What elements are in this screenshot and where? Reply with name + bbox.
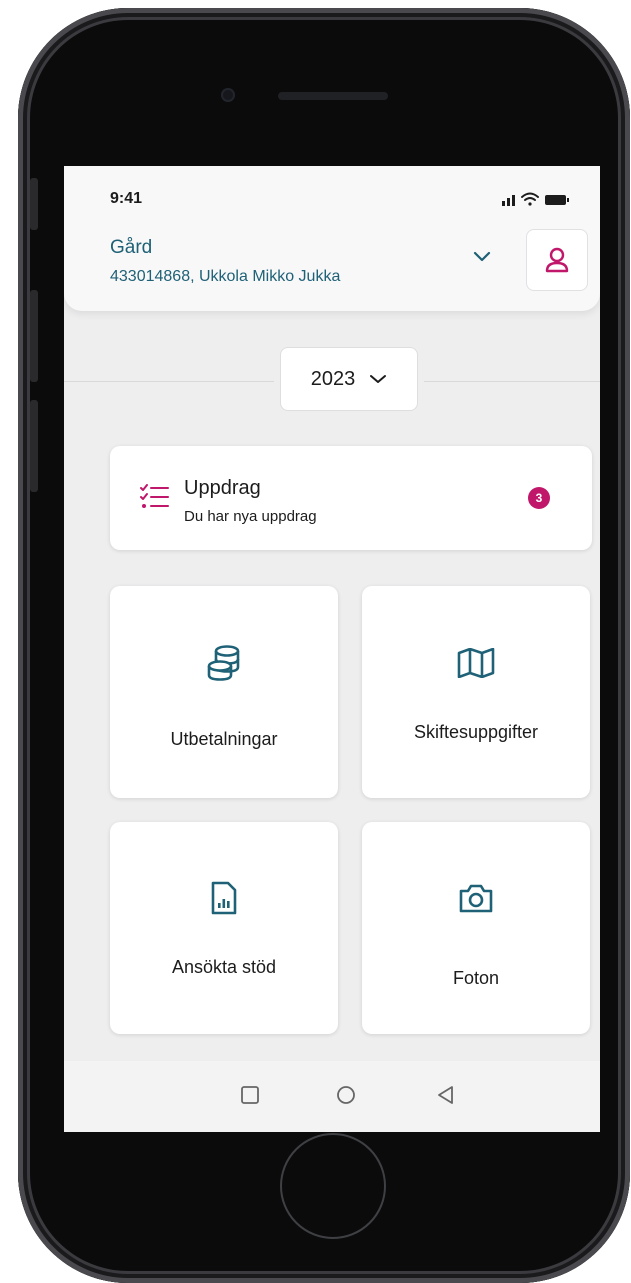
tile-label: Skiftesuppgifter xyxy=(413,722,539,742)
volume-down-button xyxy=(30,400,38,492)
divider-right xyxy=(424,381,600,382)
tasks-count-badge: 3 xyxy=(528,487,550,509)
status-time: 9:41 xyxy=(110,190,143,207)
tasks-subtitle: Du har nya uppdrag xyxy=(184,508,317,525)
tile-ansokta-stod[interactable]: Ansökta stöd xyxy=(110,822,338,1034)
farm-label: Gård xyxy=(110,237,153,258)
volume-up-button xyxy=(30,290,38,382)
back-triangle-icon[interactable] xyxy=(436,1085,456,1105)
signal-icon xyxy=(502,195,515,206)
tasks-card[interactable]: Uppdrag Du har nya uppdrag 3 xyxy=(110,446,592,550)
coins-stack-icon xyxy=(207,645,240,681)
wifi-icon xyxy=(521,192,539,206)
tile-utbetalningar[interactable]: Utbetalningar xyxy=(110,586,338,798)
divider-left xyxy=(64,381,274,382)
app-screen: 9:41 Gård 433014868, Ukkola Mikko Jukka … xyxy=(64,166,600,1132)
report-document-icon xyxy=(211,881,237,915)
battery-icon xyxy=(545,195,569,205)
camera-icon xyxy=(459,884,493,913)
chevron-down-icon[interactable] xyxy=(472,250,492,264)
tasks-title: Uppdrag xyxy=(184,477,261,499)
earpiece-speaker xyxy=(278,92,388,100)
tile-foton[interactable]: Foton xyxy=(362,822,590,1034)
tile-skiftesuppgifter[interactable]: Skiftesuppgifter xyxy=(362,586,590,798)
recents-square-icon[interactable] xyxy=(240,1085,260,1105)
task-list-icon xyxy=(140,484,169,508)
status-icons xyxy=(502,192,569,206)
user-icon xyxy=(545,247,569,273)
year-value: 2023 xyxy=(310,367,356,390)
android-nav-bar xyxy=(64,1061,600,1132)
profile-button[interactable] xyxy=(526,229,588,291)
farm-selector-value[interactable]: 433014868, Ukkola Mikko Jukka xyxy=(110,268,340,286)
tile-label: Ansökta stöd xyxy=(171,957,277,977)
map-icon xyxy=(457,648,495,678)
home-button[interactable] xyxy=(280,1133,386,1239)
tile-label: Foton xyxy=(452,968,500,988)
tile-label: Utbetalningar xyxy=(170,729,278,749)
year-selector[interactable]: 2023 xyxy=(280,347,418,411)
silent-switch xyxy=(30,178,38,230)
chevron-down-icon xyxy=(370,375,387,383)
phone-frame: 9:41 Gård 433014868, Ukkola Mikko Jukka … xyxy=(18,8,630,1283)
home-circle-icon[interactable] xyxy=(336,1085,356,1105)
front-camera xyxy=(221,88,235,102)
app-header: 9:41 Gård 433014868, Ukkola Mikko Jukka xyxy=(64,166,600,311)
